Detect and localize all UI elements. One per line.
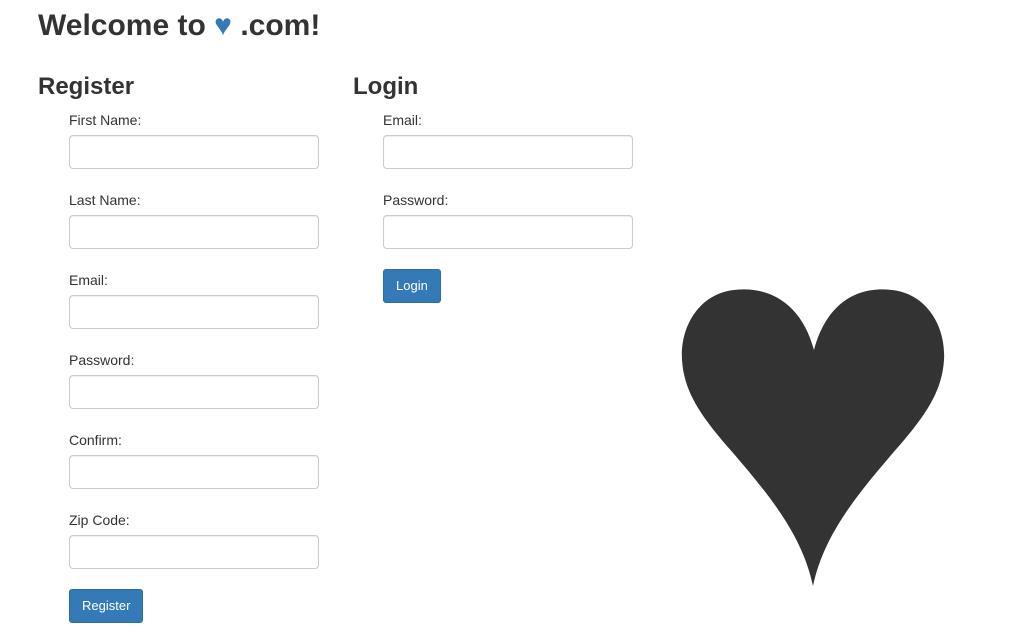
first-name-label: First Name:	[69, 112, 142, 128]
heart-shape	[681, 289, 945, 586]
register-title: Register	[38, 73, 135, 100]
last-name-label: Last Name:	[69, 192, 141, 208]
title-prefix: Welcome to	[38, 9, 206, 42]
zip-code-input[interactable]	[69, 535, 319, 569]
register-button[interactable]: Register	[69, 589, 144, 623]
register-password-input[interactable]	[69, 375, 319, 409]
login-email-input[interactable]	[383, 135, 633, 169]
register-email-label: Email:	[69, 272, 108, 288]
login-title: Login	[353, 73, 419, 100]
last-name-input[interactable]	[69, 215, 319, 249]
heart-icon	[681, 289, 945, 586]
login-email-label: Email:	[383, 112, 422, 128]
register-email-input[interactable]	[69, 295, 319, 329]
register-password-label: Password:	[69, 352, 135, 368]
title-suffix: .com!	[240, 9, 321, 42]
page-title: Welcome to ♥ .com!	[38, 8, 320, 44]
heart-icon: ♥	[214, 9, 232, 42]
confirm-label: Confirm:	[69, 432, 122, 448]
first-name-input[interactable]	[69, 135, 319, 169]
login-password-input[interactable]	[383, 215, 633, 249]
zip-code-label: Zip Code:	[69, 512, 130, 528]
login-password-label: Password:	[383, 192, 449, 208]
confirm-input[interactable]	[69, 455, 319, 489]
login-button[interactable]: Login	[383, 269, 441, 303]
